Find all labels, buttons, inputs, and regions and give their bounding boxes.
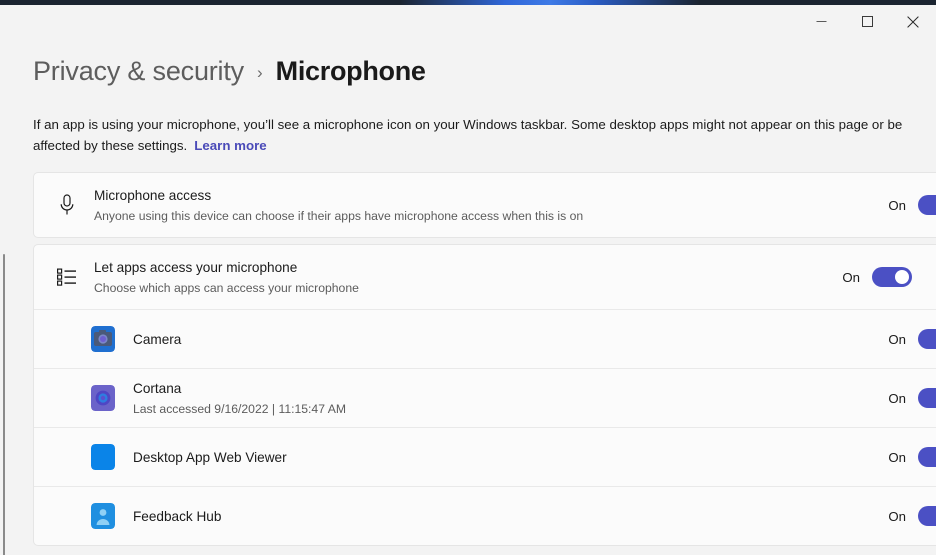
app-state: On — [888, 449, 906, 465]
close-button[interactable] — [890, 5, 936, 38]
apps-list-icon — [51, 268, 83, 286]
microphone-icon — [51, 194, 83, 216]
camera-app-toggle[interactable] — [918, 329, 936, 349]
app-last-accessed: Last accessed 9/16/2022 | 11:15:47 AM — [133, 401, 346, 416]
camera-app-text: Camera — [133, 330, 888, 349]
app-name: Camera — [133, 331, 182, 347]
feedback-hub-toggle[interactable] — [918, 506, 936, 526]
microphone-access-description: Anyone using this device can choose if t… — [94, 208, 584, 223]
feedback-hub-text: Feedback Hub — [133, 507, 888, 526]
app-name: Cortana — [133, 380, 182, 396]
microphone-access-card: Microphone access Anyone using this devi… — [33, 172, 936, 238]
feedback-hub-app-icon — [91, 503, 115, 529]
desktop-app-web-viewer-icon — [91, 444, 115, 470]
let-apps-access-title: Let apps access your microphone — [94, 259, 298, 275]
breadcrumb-parent-link[interactable]: Privacy & security — [33, 56, 244, 87]
cortana-app-text: Cortana Last accessed 9/16/2022 | 11:15:… — [133, 379, 888, 418]
microphone-access-controls: On — [888, 195, 936, 215]
let-apps-access-row[interactable]: Let apps access your microphone Choose w… — [34, 245, 936, 309]
microphone-access-title: Microphone access — [94, 187, 212, 203]
close-icon — [907, 15, 919, 28]
let-apps-access-state: On — [842, 269, 860, 285]
breadcrumb: Privacy & security › Microphone — [33, 56, 936, 96]
feedback-hub-controls: On — [888, 506, 936, 526]
microphone-access-state: On — [888, 197, 906, 213]
camera-app-controls: On — [888, 329, 936, 349]
let-apps-access-toggle[interactable] — [872, 267, 912, 287]
app-row-desktop-app-web-viewer[interactable]: Desktop App Web Viewer On — [34, 427, 936, 486]
let-apps-access-controls: On — [842, 262, 936, 292]
settings-content: Privacy & security › Microphone If an ap… — [0, 38, 936, 555]
minimize-icon — [816, 16, 827, 27]
cortana-app-controls: On — [888, 388, 936, 408]
page-title: Microphone — [275, 56, 426, 86]
cortana-app-toggle[interactable] — [918, 388, 936, 408]
app-name: Desktop App Web Viewer — [133, 449, 287, 465]
page-description-text: If an app is using your microphone, you’… — [33, 117, 903, 153]
desktop-app-web-viewer-controls: On — [888, 447, 936, 467]
cortana-app-icon — [91, 385, 115, 411]
page-description: If an app is using your microphone, you’… — [33, 114, 928, 156]
maximize-icon — [861, 16, 873, 27]
title-bar — [0, 5, 936, 38]
microphone-access-row[interactable]: Microphone access Anyone using this devi… — [34, 173, 936, 237]
breadcrumb-separator-icon: › — [256, 63, 263, 82]
app-row-cortana[interactable]: Cortana Last accessed 9/16/2022 | 11:15:… — [34, 368, 936, 427]
camera-app-icon — [91, 326, 115, 352]
desktop-app-web-viewer-toggle[interactable] — [918, 447, 936, 467]
microphone-access-text: Microphone access Anyone using this devi… — [83, 186, 888, 225]
desktop-app-web-viewer-text: Desktop App Web Viewer — [133, 448, 888, 467]
app-name: Feedback Hub — [133, 508, 222, 524]
app-row-feedback-hub[interactable]: Feedback Hub On — [34, 486, 936, 545]
app-row-camera[interactable]: Camera On — [34, 309, 936, 368]
app-state: On — [888, 508, 906, 524]
app-state: On — [888, 390, 906, 406]
maximize-button[interactable] — [844, 5, 890, 38]
let-apps-access-description: Choose which apps can access your microp… — [94, 280, 359, 295]
let-apps-access-expander[interactable] — [928, 262, 936, 292]
toggle-knob — [895, 270, 909, 284]
minimize-button[interactable] — [798, 5, 844, 38]
settings-window: Privacy & security › Microphone If an ap… — [0, 0, 936, 555]
microphone-access-toggle[interactable] — [918, 195, 936, 215]
let-apps-access-card: Let apps access your microphone Choose w… — [33, 244, 936, 546]
learn-more-link[interactable]: Learn more — [194, 138, 266, 153]
app-state: On — [888, 331, 906, 347]
let-apps-access-text: Let apps access your microphone Choose w… — [83, 258, 842, 297]
